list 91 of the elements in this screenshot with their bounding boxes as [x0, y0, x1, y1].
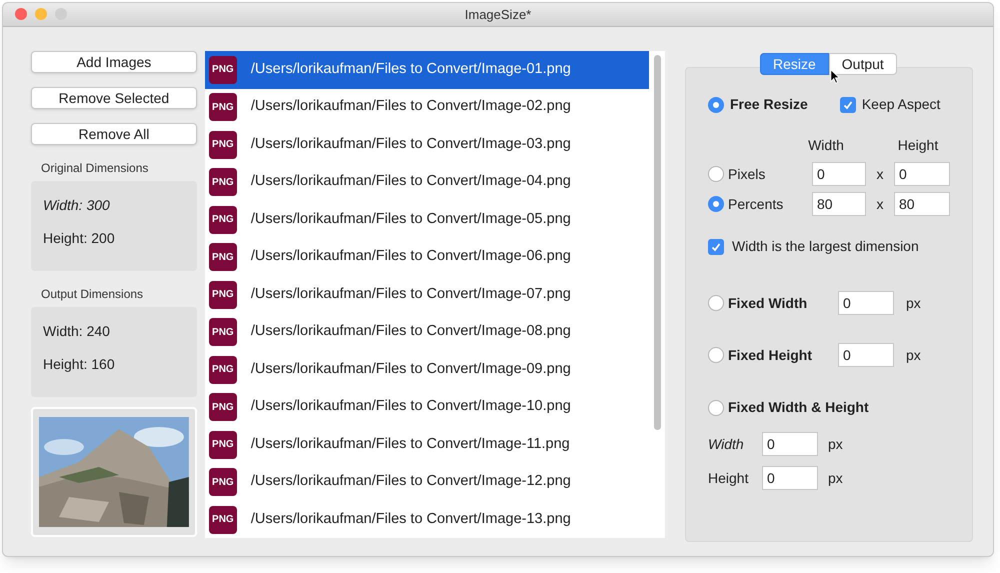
png-file-icon: PNG — [208, 168, 237, 196]
png-file-icon: PNG — [208, 93, 237, 122]
radio-button[interactable] — [708, 347, 724, 363]
column-header: Width — [807, 136, 845, 155]
png-file-icon: PNG — [208, 393, 237, 422]
push-button[interactable]: Remove All — [31, 123, 197, 145]
file-row[interactable]: PNG /Users/lorikaufman/Files to Convert/Image-10.png — [204, 388, 650, 426]
dimension-text: Width: 240 — [43, 322, 111, 341]
file-row[interactable]: PNG /Users/lorikaufman/Files to Convert/Image-13.png — [204, 501, 650, 538]
input-field[interactable]: 0 — [838, 343, 894, 367]
radio-button[interactable] — [708, 96, 724, 112]
file-path: /Users/lorikaufman/Files to Convert/Image-03.png — [250, 134, 571, 154]
option-label: Fixed Width — [728, 294, 808, 312]
window-title: ImageSize* — [464, 6, 532, 24]
file-row[interactable]: PNG /Users/lorikaufman/Files to Convert/Image-12.png — [204, 464, 650, 501]
dimension-text: Width: 300 — [43, 196, 111, 215]
file-path: /Users/lorikaufman/Files to Convert/Image-09.png — [250, 360, 571, 379]
option-label: Percents — [728, 194, 784, 214]
times-sign: x — [876, 194, 884, 214]
file-path: /Users/lorikaufman/Files to Convert/Image-07.png — [250, 284, 571, 304]
png-file-icon: PNG — [208, 430, 237, 459]
group-label: Output Dimensions — [40, 286, 144, 303]
png-file-icon: PNG — [208, 318, 237, 346]
file-row[interactable]: PNG /Users/lorikaufman/Files to Convert/Image-08.png — [204, 314, 650, 351]
input-field[interactable]: 0 — [762, 432, 818, 456]
field-label: Width — [708, 434, 745, 454]
file-path: /Users/lorikaufman/Files to Convert/Image-13.png — [250, 510, 571, 529]
cursor-icon — [830, 69, 840, 84]
unit-label: px — [828, 434, 843, 454]
png-file-icon: PNG — [208, 506, 237, 534]
option-label: Free Resize — [730, 95, 808, 114]
file-path: /Users/lorikaufman/Files to Convert/Image-06.png — [250, 247, 571, 266]
png-file-icon: PNG — [208, 56, 237, 84]
option-label: Keep Aspect — [862, 95, 940, 114]
checkmark-icon — [842, 100, 853, 110]
file-row[interactable]: PNG /Users/lorikaufman/Files to Convert/Image-02.png — [204, 88, 650, 126]
file-path: /Users/lorikaufman/Files to Convert/Image-10.png — [250, 397, 571, 416]
checkbox[interactable] — [708, 238, 724, 254]
file-row[interactable]: PNG /Users/lorikaufman/Files to Convert/Image-03.png — [204, 126, 650, 164]
file-row[interactable]: PNG /Users/lorikaufman/Files to Convert/Image-04.png — [204, 164, 650, 201]
group-label: Original Dimensions — [40, 160, 150, 177]
file-row[interactable]: PNG /Users/lorikaufman/Files to Convert/Image-06.png — [204, 238, 650, 276]
file-path: /Users/lorikaufman/Files to Convert/Image-05.png — [250, 210, 571, 229]
file-path: /Users/lorikaufman/Files to Convert/Image-12.png — [250, 472, 571, 492]
file-row[interactable]: PNG /Users/lorikaufman/Files to Convert/Image-01.png — [204, 51, 650, 88]
radio-button[interactable] — [708, 400, 724, 416]
option-label: Width is the largest dimension — [732, 237, 919, 256]
file-path: /Users/lorikaufman/Files to Convert/Image-04.png — [250, 172, 571, 192]
dimension-text: Height: 200 — [43, 229, 116, 248]
radio-button[interactable] — [708, 295, 724, 311]
png-file-icon: PNG — [208, 280, 237, 309]
option-label: Fixed Width & Height — [728, 398, 869, 417]
push-button[interactable]: Remove Selected — [31, 87, 197, 109]
file-row[interactable]: PNG /Users/lorikaufman/Files to Convert/Image-11.png — [204, 426, 650, 464]
file-path: /Users/lorikaufman/Files to Convert/Image-02.png — [250, 97, 571, 116]
file-row[interactable]: PNG /Users/lorikaufman/Files to Convert/Image-05.png — [204, 201, 650, 238]
zoom-button[interactable] — [55, 8, 67, 20]
png-file-icon: PNG — [208, 468, 237, 496]
radio-button[interactable] — [708, 166, 724, 182]
input-field[interactable]: 0 — [812, 162, 866, 186]
file-path: /Users/lorikaufman/Files to Convert/Image-01.png — [250, 60, 571, 79]
radio-button[interactable] — [708, 196, 724, 212]
dimension-text: Height: 160 — [43, 355, 116, 374]
unit-label: px — [906, 294, 921, 313]
unit-label: px — [906, 346, 921, 365]
checkmark-icon — [711, 242, 721, 252]
file-row[interactable]: PNG /Users/lorikaufman/Files to Convert/Image-09.png — [204, 351, 650, 388]
checkbox[interactable] — [840, 96, 856, 112]
png-file-icon: PNG — [208, 356, 237, 384]
field-label: Height — [708, 468, 750, 488]
tab[interactable]: Output — [828, 53, 897, 75]
input-field[interactable]: 80 — [812, 192, 866, 216]
unit-label: px — [828, 468, 843, 488]
input-field[interactable]: 0 — [838, 291, 894, 315]
option-label: Fixed Height — [728, 346, 812, 365]
file-row[interactable]: PNG /Users/lorikaufman/Files to Convert/Image-07.png — [204, 276, 650, 314]
push-button[interactable]: Add Images — [31, 51, 197, 73]
png-file-icon: PNG — [208, 206, 237, 234]
png-file-icon: PNG — [208, 130, 237, 159]
file-path: /Users/lorikaufman/Files to Convert/Image-11.png — [250, 434, 570, 454]
scrollbar-thumb[interactable] — [654, 55, 661, 430]
input-field[interactable]: 80 — [894, 192, 950, 216]
close-button[interactable] — [15, 8, 27, 20]
input-field[interactable]: 0 — [762, 466, 818, 490]
column-header: Height — [896, 136, 940, 155]
minimize-button[interactable] — [35, 8, 47, 20]
png-file-icon: PNG — [208, 243, 237, 272]
input-field[interactable]: 0 — [894, 162, 950, 186]
file-path: /Users/lorikaufman/Files to Convert/Image-08.png — [250, 322, 571, 342]
option-label: Pixels — [728, 164, 766, 184]
times-sign: x — [876, 164, 884, 184]
